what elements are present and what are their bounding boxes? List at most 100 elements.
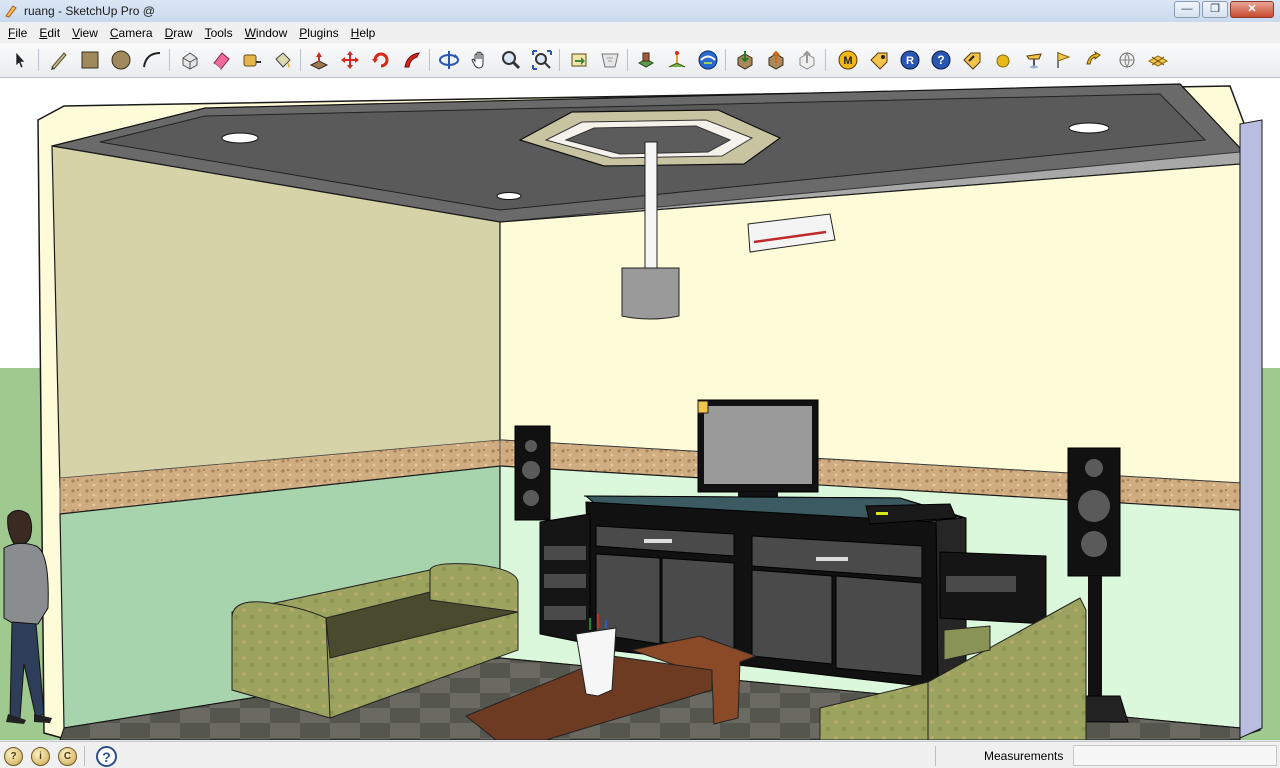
rotate-tool-button[interactable]: [368, 47, 394, 73]
make-component-button[interactable]: [177, 47, 203, 73]
plane-icon: [1147, 55, 1169, 67]
next-view-icon: [601, 53, 619, 68]
pencil-line-tool-icon: [51, 52, 67, 70]
sphere-button[interactable]: [990, 47, 1016, 73]
drawer-handle: [816, 557, 848, 561]
extension-label-button[interactable]: [959, 47, 985, 73]
paint-bucket-button[interactable]: [270, 47, 296, 73]
eraser-tool-button[interactable]: [208, 47, 234, 73]
tape-measure-button[interactable]: [239, 47, 265, 73]
add-location-button[interactable]: [633, 47, 659, 73]
measurements-input[interactable]: [1073, 745, 1277, 766]
previous-view-icon: [571, 53, 587, 67]
geo-location-icon[interactable]: ?: [4, 747, 23, 766]
google-earth-button[interactable]: [695, 47, 721, 73]
toggle-terrain-button[interactable]: [664, 47, 690, 73]
downlight: [221, 132, 259, 144]
maximize-button[interactable]: ❐: [1202, 1, 1228, 18]
zoom-extents-tool-icon: [532, 50, 552, 70]
pan-tool-button[interactable]: [467, 47, 493, 73]
window-title: ruang - SketchUp Pro @: [24, 4, 155, 18]
orbit-tool-button[interactable]: [436, 47, 462, 73]
speaker-stand: [1088, 576, 1102, 696]
extension-label-icon: [963, 52, 981, 70]
menu-camera[interactable]: Camera: [104, 26, 159, 40]
side-shelf: [544, 574, 586, 588]
rotate-tool-icon: [372, 52, 389, 68]
room-scene: [0, 78, 1280, 740]
cabinet-door: [751, 569, 833, 665]
cabinet-door: [835, 575, 923, 677]
tape-measure-tool-icon: [243, 54, 261, 67]
extension-help-button[interactable]: ?: [928, 47, 954, 73]
menu-edit[interactable]: Edit: [33, 26, 66, 40]
menu-window[interactable]: Window: [239, 26, 294, 40]
extension-tag-button[interactable]: [866, 47, 892, 73]
lamp-button[interactable]: [1021, 47, 1047, 73]
circle-tool-button[interactable]: [108, 47, 134, 73]
downlight: [1068, 122, 1110, 134]
select-tool-icon: [15, 51, 26, 69]
gold-arrow-button[interactable]: [1080, 47, 1106, 73]
move-tool-icon: [341, 51, 359, 69]
speaker-cone: [1085, 459, 1103, 477]
flag-button[interactable]: [1050, 47, 1076, 73]
next-view-button[interactable]: [597, 47, 623, 73]
globe-outline-button[interactable]: [1114, 47, 1140, 73]
get-models-icon: [737, 51, 753, 70]
downlight: [496, 192, 522, 200]
follow-me-tool-icon: [404, 52, 420, 68]
menu-file[interactable]: File: [2, 26, 33, 40]
copyright-icon[interactable]: C: [58, 747, 77, 766]
gold-arrow-icon: [1086, 50, 1101, 65]
close-button[interactable]: ✕: [1230, 1, 1274, 18]
pendant-lamp: [621, 267, 680, 320]
svg-text:?: ?: [937, 53, 944, 67]
menu-tools[interactable]: Tools: [199, 26, 239, 40]
select-tool-button[interactable]: [8, 47, 34, 73]
speaker-cone: [525, 440, 537, 452]
share-model-icon: [768, 50, 784, 70]
help-icon[interactable]: ?: [96, 746, 117, 767]
menu-view[interactable]: View: [66, 26, 104, 40]
plane-button[interactable]: [1145, 47, 1171, 73]
toolbar-separator: [38, 49, 39, 71]
push-pull-button[interactable]: [306, 47, 332, 73]
zoom-extents-button[interactable]: [529, 47, 555, 73]
speaker-cone: [1081, 531, 1107, 557]
extension-m-button[interactable]: M: [835, 47, 861, 73]
svg-text:R: R: [906, 55, 914, 67]
push-pull-tool-icon: [309, 52, 329, 70]
sketchup-app-icon[interactable]: [4, 4, 18, 18]
title-bar: ruang - SketchUp Pro @ — ❐ ✕: [0, 0, 1280, 22]
receiver-display: [876, 512, 888, 515]
menu-plugins[interactable]: Plugins: [293, 26, 344, 40]
arc-tool-icon: [143, 52, 161, 68]
minimize-button[interactable]: —: [1174, 1, 1200, 18]
zoom-tool-button[interactable]: [498, 47, 524, 73]
rectangle-tool-button[interactable]: [77, 47, 103, 73]
google-earth-icon: [698, 50, 718, 70]
move-tool-button[interactable]: [337, 47, 363, 73]
toolbar-separator: [300, 49, 301, 71]
pendant-rod: [644, 141, 658, 269]
paint-bucket-tool-icon: [275, 52, 291, 68]
arc-tool-button[interactable]: [139, 47, 165, 73]
right-wall-edge: [1239, 119, 1263, 739]
share-component-button[interactable]: [794, 47, 820, 73]
model-viewport[interactable]: [0, 78, 1280, 740]
menu-help[interactable]: Help: [345, 26, 382, 40]
previous-view-button[interactable]: [566, 47, 592, 73]
tv-screen: [704, 406, 812, 484]
measurements-label: Measurements: [984, 749, 1064, 763]
line-tool-button[interactable]: [46, 47, 72, 73]
credits-icon[interactable]: i: [31, 747, 50, 766]
add-location-icon: [637, 52, 655, 68]
follow-me-button[interactable]: [399, 47, 425, 73]
toolbar-separator: [559, 49, 560, 71]
get-models-button[interactable]: [732, 47, 758, 73]
extension-r-button[interactable]: R: [897, 47, 923, 73]
share-model-button[interactable]: [763, 47, 789, 73]
menu-draw[interactable]: Draw: [159, 26, 199, 40]
toggle-terrain-icon: [668, 51, 686, 68]
